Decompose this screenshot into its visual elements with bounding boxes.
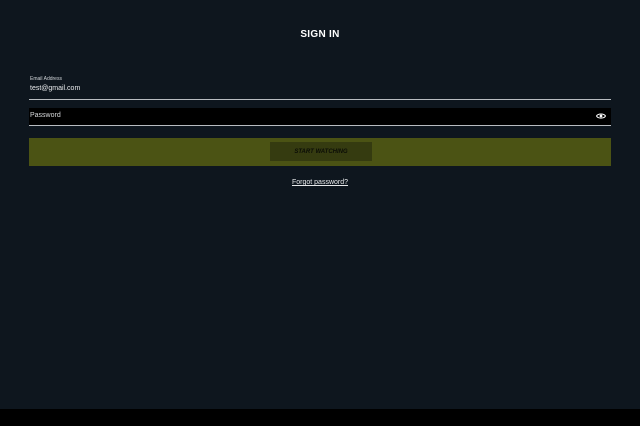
page-title: SIGN IN <box>300 29 340 40</box>
email-input[interactable]: test@gmail.com <box>30 85 80 92</box>
password-input[interactable]: Password <box>30 112 61 119</box>
password-field[interactable]: Password <box>29 108 611 126</box>
eye-icon[interactable] <box>596 112 606 120</box>
sign-in-screen: SIGN IN Email Address test@gmail.com Pas… <box>0 0 640 426</box>
email-field[interactable]: Email Address test@gmail.com <box>29 76 611 100</box>
bottom-bar <box>0 409 640 426</box>
forgot-password-row: Forgot password? <box>0 179 640 186</box>
submit-bar: START WATCHING <box>29 138 611 166</box>
forgot-password-link[interactable]: Forgot password? <box>292 179 348 186</box>
start-watching-button[interactable]: START WATCHING <box>270 142 372 161</box>
email-label: Email Address <box>30 76 62 82</box>
